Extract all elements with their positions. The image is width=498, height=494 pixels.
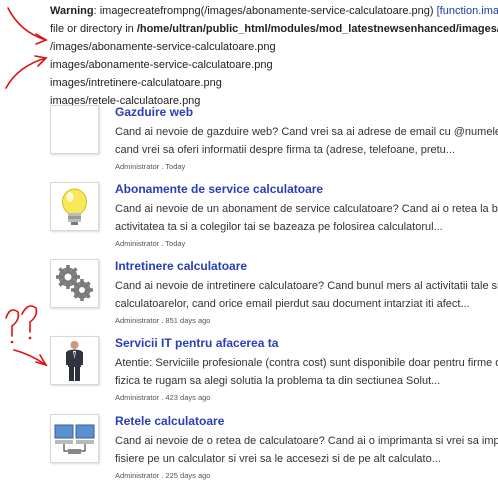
article-meta: Administrator . 851 days ago: [115, 316, 211, 325]
warning-line-2: file or directory in /home/ultran/public…: [50, 20, 498, 38]
article-title[interactable]: Retele calculatoare: [115, 414, 224, 428]
question-mark-2: [21, 305, 38, 333]
article-description: Cand ai nevoie de un abonament de servic…: [115, 200, 498, 236]
warning-text: : imagecreatefrompng(/images/abonamente-…: [93, 5, 437, 17]
php-warning-block: Warning: imagecreatefrompng(/images/abon…: [50, 2, 498, 110]
gears-icon[interactable]: [50, 259, 99, 308]
arrow-1: [7, 7, 47, 41]
article-title[interactable]: Intretinere calculatoare: [115, 259, 247, 273]
warning-path-line: images/abonamente-service-calculatoare.p…: [50, 59, 273, 71]
network-computers-icon[interactable]: [50, 414, 99, 463]
description-line: Cand ai nevoie de intretinere calculatoa…: [115, 280, 498, 292]
description-line: cand vrei sa oferi informatii despre fir…: [115, 144, 455, 156]
article-title[interactable]: Abonamente de service calculatoare: [115, 182, 323, 196]
article-description: Cand ai nevoie de o retea de calculatoar…: [115, 432, 498, 468]
description-line: Cand ai nevoie de o retea de calculatoar…: [115, 435, 498, 447]
article-description: Cand ai nevoie de gazduire web? Cand vre…: [115, 123, 498, 159]
article-item: Gazduire web Cand ai nevoie de gazduire …: [50, 105, 498, 185]
article-meta: Administrator . 225 days ago: [115, 471, 211, 480]
article-item: Retele calculatoare Cand ai nevoie de o …: [50, 414, 498, 494]
description-line: activitatea ta si a colegilor tai se baz…: [115, 221, 443, 233]
description-line: calculatoarelor, cand orice email pierdu…: [115, 298, 470, 310]
warning-prefix: file or directory in: [50, 23, 137, 35]
function-link[interactable]: [function.imagecreatefrompng]: [437, 5, 498, 17]
businessman-icon[interactable]: [50, 336, 99, 385]
warning-path-line: images/intretinere-calculatoare.png: [50, 77, 222, 89]
article-item: Servicii IT pentru afacerea ta Atentie: …: [50, 336, 498, 416]
description-line: Cand ai nevoie de un abonament de servic…: [115, 203, 498, 215]
article-meta: Administrator . Today: [115, 239, 186, 248]
article-item: Intretinere calculatoare Cand ai nevoie …: [50, 259, 498, 339]
article-meta: Administrator . Today: [115, 162, 186, 171]
description-line: Atentie: Serviciile profesionale (contra…: [115, 357, 498, 369]
warning-path: /home/ultran/public_html/modules/mod_lat…: [136, 23, 498, 35]
article-item: Abonamente de service calculatoare Cand …: [50, 182, 498, 262]
lightbulb-icon[interactable]: [50, 182, 99, 231]
article-title[interactable]: Servicii IT pentru afacerea ta: [115, 336, 278, 350]
article-description: Cand ai nevoie de intretinere calculatoa…: [115, 277, 498, 313]
article-description: Atentie: Serviciile profesionale (contra…: [115, 354, 498, 390]
article-meta: Administrator . 423 days ago: [115, 393, 211, 402]
warning-path-line: /images/abonamente-service-calculatoare.…: [50, 41, 276, 53]
description-line: Cand ai nevoie de gazduire web? Cand vre…: [115, 126, 498, 138]
article-title[interactable]: Gazduire web: [115, 105, 193, 119]
question-mark-1: [5, 309, 20, 337]
arrow-2: [5, 57, 47, 89]
description-line: fisiere pe un calculator si vrei sa le a…: [115, 453, 441, 465]
warning-line-1: Warning: imagecreatefrompng(/images/abon…: [50, 2, 498, 20]
description-line: fizica te rugam sa alegi solutia la prob…: [115, 375, 441, 387]
blank-thumbnail[interactable]: [50, 105, 99, 154]
